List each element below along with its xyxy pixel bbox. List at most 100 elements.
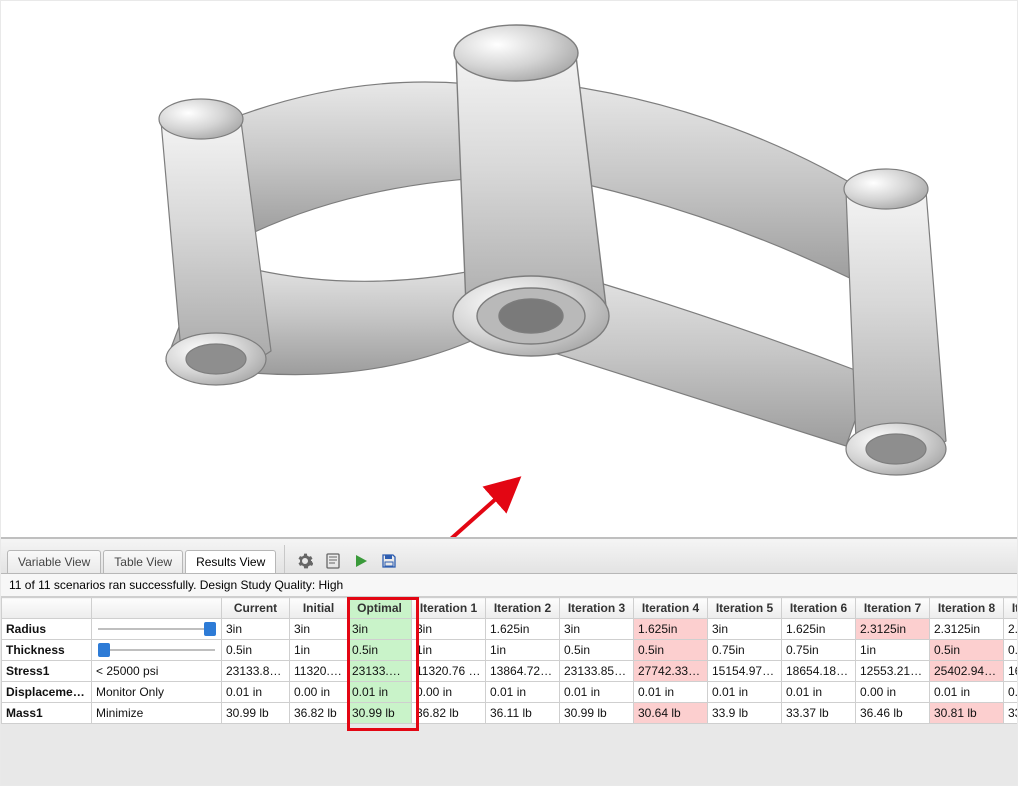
value-cell[interactable]: 0.01 in <box>708 682 782 703</box>
value-cell[interactable]: 1in <box>290 640 348 661</box>
column-header[interactable]: Iteration 7 <box>856 598 930 619</box>
value-cell[interactable]: 13864.72 psi <box>486 661 560 682</box>
slider-cell[interactable] <box>92 640 222 661</box>
tab-bar: Variable View Table View Results View <box>1 539 1017 574</box>
value-cell[interactable]: 0.75in <box>782 640 856 661</box>
value-cell[interactable]: 0.01 in <box>348 682 412 703</box>
value-cell[interactable]: 30.64 lb <box>634 703 708 724</box>
gear-icon[interactable] <box>293 549 317 573</box>
value-cell[interactable]: 36.82 lb <box>290 703 348 724</box>
value-cell[interactable]: 0.00 in <box>290 682 348 703</box>
value-cell[interactable]: 36.11 lb <box>486 703 560 724</box>
column-header[interactable]: Iteration 3 <box>560 598 634 619</box>
column-header[interactable]: Initial <box>290 598 348 619</box>
value-cell[interactable]: 1.625in <box>486 619 560 640</box>
value-cell[interactable]: 2.3125in <box>930 619 1004 640</box>
value-cell[interactable]: 0.01 in <box>930 682 1004 703</box>
column-header[interactable]: Optimal <box>348 598 412 619</box>
value-cell[interactable]: 1.625in <box>782 619 856 640</box>
value-cell[interactable]: 0.01 in <box>486 682 560 703</box>
value-cell[interactable]: 1in <box>856 640 930 661</box>
design-study-panel: Variable View Table View Results View 11… <box>1 537 1017 785</box>
row-label: Mass1 <box>2 703 92 724</box>
value-cell[interactable]: 33.37 lb <box>782 703 856 724</box>
value-cell[interactable]: 2.3125in <box>1004 619 1018 640</box>
column-header[interactable]: Iteration 8 <box>930 598 1004 619</box>
value-cell[interactable]: 30.99 lb <box>222 703 290 724</box>
value-cell[interactable]: 12553.21 psi <box>856 661 930 682</box>
value-cell[interactable]: 16792.10 psi <box>1004 661 1018 682</box>
tab-results-view[interactable]: Results View <box>185 550 276 573</box>
condition-cell[interactable]: Minimize <box>92 703 222 724</box>
row-label: Displacement1 <box>2 682 92 703</box>
table-row: Thickness0.5in1in0.5in1in1in0.5in0.5in0.… <box>2 640 1018 661</box>
value-cell[interactable]: 11320.76 psi <box>412 661 486 682</box>
results-grid[interactable]: CurrentInitialOptimalIteration 1Iteratio… <box>1 597 1017 724</box>
value-cell[interactable]: 0.5in <box>560 640 634 661</box>
value-cell[interactable]: 0.5in <box>222 640 290 661</box>
value-cell[interactable]: 3in <box>412 619 486 640</box>
tab-variable-view[interactable]: Variable View <box>7 550 101 573</box>
table-row: Mass1Minimize30.99 lb36.82 lb30.99 lb36.… <box>2 703 1018 724</box>
value-cell[interactable]: 3in <box>222 619 290 640</box>
value-cell[interactable]: 11320.76 psi <box>290 661 348 682</box>
column-header[interactable]: Iteration 9 <box>1004 598 1018 619</box>
condition-cell[interactable]: < 25000 psi <box>92 661 222 682</box>
table-row: Radius3in3in3in3in1.625in3in1.625in3in1.… <box>2 619 1018 640</box>
column-header[interactable]: Iteration 5 <box>708 598 782 619</box>
value-cell[interactable]: 0.5in <box>634 640 708 661</box>
value-cell[interactable]: 0.01 in <box>1004 682 1018 703</box>
tab-table-view[interactable]: Table View <box>103 550 183 573</box>
column-header[interactable]: Iteration 2 <box>486 598 560 619</box>
value-cell[interactable]: 23133.85 psi <box>348 661 412 682</box>
value-cell[interactable]: 15154.97 psi <box>708 661 782 682</box>
slider-thumb[interactable] <box>204 622 216 636</box>
status-line: 11 of 11 scenarios ran successfully. Des… <box>1 574 1017 597</box>
row-label: Stress1 <box>2 661 92 682</box>
value-cell[interactable]: 3in <box>560 619 634 640</box>
value-cell[interactable]: 3in <box>290 619 348 640</box>
column-header[interactable]: Current <box>222 598 290 619</box>
column-header[interactable]: Iteration 1 <box>412 598 486 619</box>
condition-cell[interactable]: Monitor Only <box>92 682 222 703</box>
value-cell[interactable]: 0.00 in <box>412 682 486 703</box>
value-cell[interactable]: 25402.94 psi <box>930 661 1004 682</box>
value-cell[interactable]: 0.75in <box>708 640 782 661</box>
value-cell[interactable]: 0.75in <box>1004 640 1018 661</box>
value-cell[interactable]: 3in <box>348 619 412 640</box>
value-cell[interactable]: 23133.85 psi <box>560 661 634 682</box>
save-icon[interactable] <box>377 549 401 573</box>
value-cell[interactable]: 0.01 in <box>560 682 634 703</box>
value-cell[interactable]: 2.3125in <box>856 619 930 640</box>
value-cell[interactable]: 0.5in <box>348 640 412 661</box>
value-cell[interactable]: 0.5in <box>930 640 1004 661</box>
cad-viewport[interactable] <box>1 1 1017 521</box>
value-cell[interactable]: 27742.33 psi <box>634 661 708 682</box>
value-cell[interactable]: 30.99 lb <box>560 703 634 724</box>
value-cell[interactable]: 0.01 in <box>222 682 290 703</box>
run-icon[interactable] <box>349 549 373 573</box>
results-grid-wrap[interactable]: CurrentInitialOptimalIteration 1Iteratio… <box>1 597 1017 724</box>
value-cell[interactable]: 18654.18 psi <box>782 661 856 682</box>
value-cell[interactable]: 1in <box>486 640 560 661</box>
value-cell[interactable]: 30.81 lb <box>930 703 1004 724</box>
column-header[interactable]: Iteration 6 <box>782 598 856 619</box>
value-cell[interactable]: 0.01 in <box>634 682 708 703</box>
value-cell[interactable]: 30.99 lb <box>348 703 412 724</box>
value-cell[interactable]: 36.82 lb <box>412 703 486 724</box>
slider-cell[interactable] <box>92 619 222 640</box>
value-cell[interactable]: 1.625in <box>634 619 708 640</box>
value-cell[interactable]: 23133.85 psi <box>222 661 290 682</box>
value-cell[interactable]: 3in <box>708 619 782 640</box>
column-header[interactable]: Iteration 4 <box>634 598 708 619</box>
notes-icon[interactable] <box>321 549 345 573</box>
header-blank <box>2 598 92 619</box>
row-label: Thickness <box>2 640 92 661</box>
value-cell[interactable]: 36.46 lb <box>856 703 930 724</box>
value-cell[interactable]: 0.01 in <box>782 682 856 703</box>
value-cell[interactable]: 1in <box>412 640 486 661</box>
value-cell[interactable]: 33.64 lb <box>1004 703 1018 724</box>
slider-thumb[interactable] <box>98 643 110 657</box>
value-cell[interactable]: 33.9 lb <box>708 703 782 724</box>
value-cell[interactable]: 0.00 in <box>856 682 930 703</box>
